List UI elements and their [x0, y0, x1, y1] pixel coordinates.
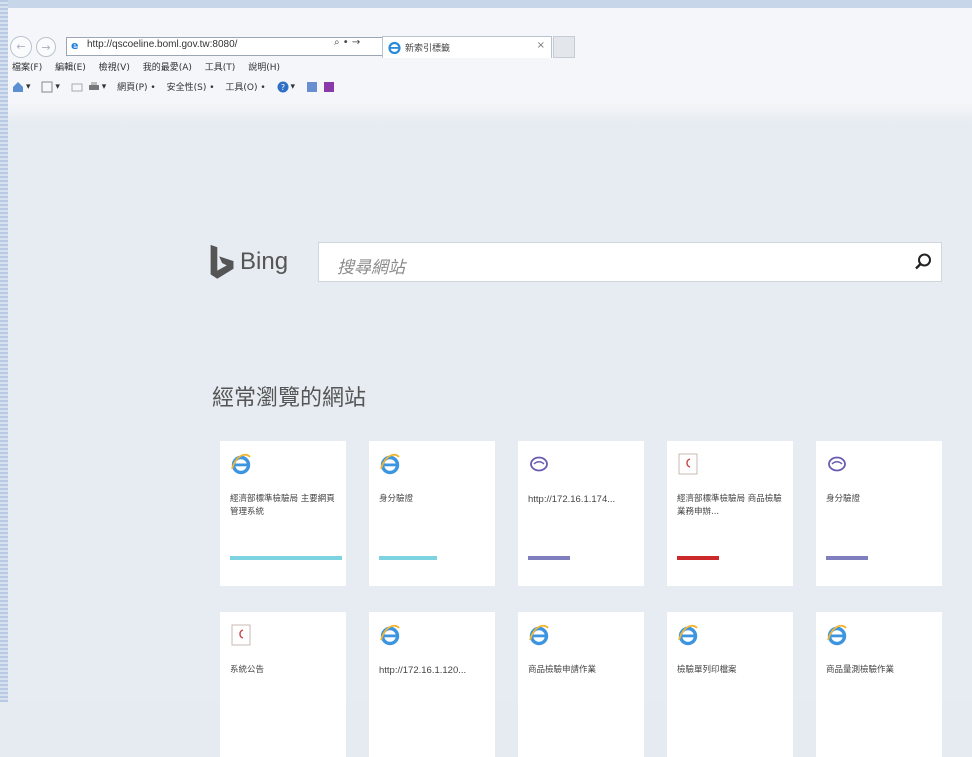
tile-color-bar: [230, 556, 342, 560]
ie-icon: [379, 453, 401, 475]
dropdown-arrow: ▾: [290, 81, 296, 92]
page-icon: [677, 453, 699, 475]
frequent-site-tile[interactable]: 經濟部標準檢驗局 主要網頁管理系統: [220, 441, 346, 586]
tile-label: 經濟部標準檢驗局 商品檢驗業務申辦...: [677, 494, 782, 517]
frequent-site-tile[interactable]: 商品量測檢驗作業: [816, 612, 942, 757]
tile-label: 身分驗證: [379, 494, 414, 504]
frequent-site-tile[interactable]: http://172.16.1.174...: [518, 441, 644, 586]
tile-label: 檢驗單列印檔案: [677, 665, 737, 675]
ie-icon: [826, 624, 848, 646]
frequent-sites-title: 經常瀏覽的網站: [212, 386, 367, 411]
ie-icon: [528, 624, 550, 646]
tile-label: 經濟部標準檢驗局 主要網頁管理系統: [230, 494, 335, 517]
tile-color-bar: [826, 556, 868, 560]
ie-icon: [388, 41, 401, 54]
address-controls[interactable]: ⌕ • →: [334, 37, 360, 48]
forward-button[interactable]: →: [36, 37, 56, 57]
ie-icon: e: [71, 39, 79, 52]
menu-tools[interactable]: 工具(T): [205, 63, 236, 73]
menu-view[interactable]: 檢視(V): [99, 63, 130, 73]
frequent-site-tile[interactable]: 檢驗單列印檔案: [667, 612, 793, 757]
tile-color-bar: [677, 556, 719, 560]
bing-logo-icon: [210, 244, 234, 279]
help-icon[interactable]: ?: [277, 81, 289, 93]
safety-menu[interactable]: 安全性(S) •: [167, 83, 215, 93]
mail-icon[interactable]: [71, 81, 83, 93]
navigation-row: ← → e http://qscoeline.boml.gov.tw:8080/…: [8, 34, 972, 60]
menu-help[interactable]: 說明(H): [248, 63, 280, 73]
svg-text:?: ?: [280, 83, 284, 92]
tile-label: 系統公告: [230, 665, 265, 675]
search-placeholder: 搜尋網站: [337, 258, 405, 278]
dropdown-arrow: ▾: [55, 81, 60, 92]
frequent-site-tile[interactable]: http://172.16.1.120...: [369, 612, 495, 757]
tab-title: 新索引標籤: [405, 44, 451, 54]
onenote-icon[interactable]: [323, 81, 335, 93]
globe-icon: [528, 453, 550, 475]
address-url: http://qscoeline.boml.gov.tw:8080/: [87, 39, 238, 50]
chrome-fade: [8, 103, 972, 123]
feeds-icon[interactable]: [41, 81, 53, 93]
tile-color-bar: [379, 556, 437, 560]
menu-edit[interactable]: 編輯(E): [55, 63, 86, 73]
frequent-site-tile[interactable]: 身分驗證: [816, 441, 942, 586]
new-tab-button[interactable]: [553, 36, 575, 58]
tile-label: 身分驗證: [826, 494, 861, 504]
close-icon[interactable]: ×: [537, 40, 545, 51]
frequent-site-tile[interactable]: 商品檢驗申請作業: [518, 612, 644, 757]
menu-file[interactable]: 檔案(F): [12, 63, 42, 73]
menu-favorites[interactable]: 我的最愛(A): [143, 63, 192, 73]
browser-window: ← → e http://qscoeline.boml.gov.tw:8080/…: [8, 8, 972, 702]
slide-border-strip: [0, 0, 8, 702]
bing-logo-text: Bing: [240, 248, 289, 275]
search-icon[interactable]: [913, 252, 933, 272]
page-icon: [230, 624, 252, 646]
ie-icon: [379, 624, 401, 646]
print-icon[interactable]: [88, 81, 100, 93]
page-menu[interactable]: 網頁(P) •: [117, 83, 156, 93]
tile-label: 商品檢驗申請作業: [528, 665, 597, 675]
frequent-site-tile[interactable]: 身分驗證: [369, 441, 495, 586]
tile-color-bar: [528, 556, 570, 560]
frequent-site-tile[interactable]: 系統公告: [220, 612, 346, 757]
frequent-site-tile[interactable]: 經濟部標準檢驗局 商品檢驗業務申辦...: [667, 441, 793, 586]
research-icon[interactable]: [306, 81, 318, 93]
menu-bar: 檔案(F) 編輯(E) 檢視(V) 我的最愛(A) 工具(T) 說明(H): [12, 60, 290, 78]
command-bar: ▾ ▾ ▾ 網頁(P) • 安全性(S) • 工具(O) • ? ▾: [12, 80, 337, 100]
globe-icon: [826, 453, 848, 475]
tile-label: 商品量測檢驗作業: [826, 665, 895, 675]
tile-label: http://172.16.1.120...: [379, 665, 467, 676]
ie-icon: [230, 453, 252, 475]
dropdown-arrow: ▾: [26, 81, 31, 92]
dropdown-arrow: ▾: [101, 81, 107, 92]
back-button[interactable]: ←: [10, 36, 32, 58]
tile-label: http://172.16.1.174...: [528, 494, 616, 505]
search-input[interactable]: 搜尋網站: [318, 242, 942, 282]
ie-icon: [677, 624, 699, 646]
tab-new-tab[interactable]: 新索引標籤 ×: [382, 36, 552, 58]
home-icon[interactable]: [12, 81, 24, 93]
tools-menu[interactable]: 工具(O) •: [225, 83, 265, 93]
